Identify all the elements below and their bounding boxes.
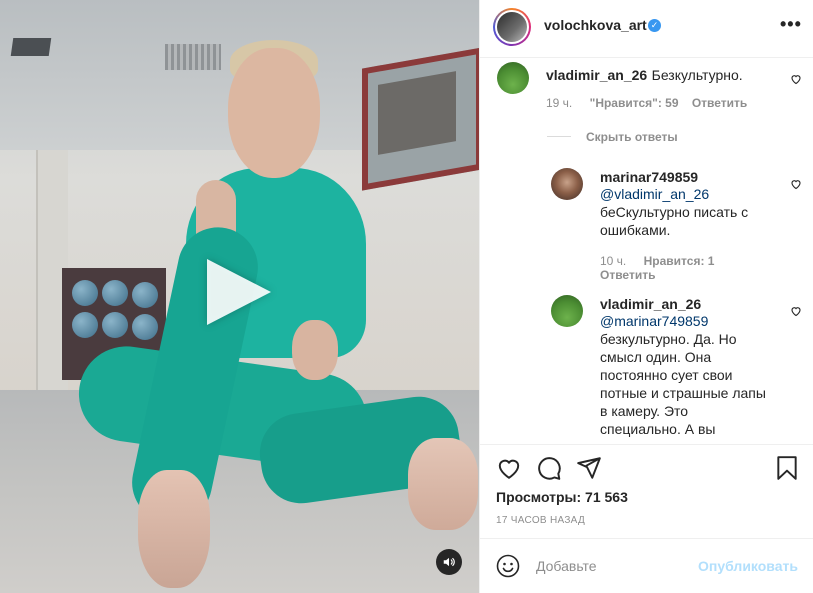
comment-text-line: в камеру. Это bbox=[600, 403, 689, 419]
heart-icon[interactable] bbox=[790, 178, 802, 190]
bookmark-icon[interactable] bbox=[774, 455, 800, 481]
share-icon[interactable] bbox=[576, 455, 602, 481]
comment-body: vladimir_an_26 Безкультурно. bbox=[546, 66, 776, 85]
comment-composer: Добавьте Опубликовать bbox=[480, 538, 813, 593]
more-icon[interactable]: ••• bbox=[780, 14, 802, 35]
comment-username[interactable]: vladimir_an_26 bbox=[600, 296, 785, 312]
commenter-avatar[interactable] bbox=[497, 62, 529, 94]
comment-username[interactable]: vladimir_an_26 bbox=[546, 67, 647, 83]
post-actions: Просмотры: 71 563 17 ЧАСОВ НАЗАД bbox=[480, 444, 813, 548]
post-comment-button[interactable]: Опубликовать bbox=[698, 558, 798, 574]
comment-username[interactable]: marinar749859 bbox=[600, 169, 785, 185]
comment-mention[interactable]: @vladimir_an_26 bbox=[600, 185, 785, 203]
post-header: volochkova_art ✓ ••• bbox=[480, 0, 813, 58]
comment-likes[interactable]: "Нравится": 59 bbox=[590, 96, 679, 110]
sound-icon[interactable] bbox=[436, 549, 462, 575]
comment-text-line: безкультурно. Да. Но bbox=[600, 331, 737, 347]
comment-mention[interactable]: @marinar749859 bbox=[600, 312, 785, 330]
views-count[interactable]: Просмотры: 71 563 bbox=[496, 489, 628, 505]
comment-text-line: беСкультурно писать с bbox=[600, 204, 749, 220]
heart-icon[interactable] bbox=[496, 455, 522, 481]
comment-time: 10 ч. bbox=[600, 254, 627, 268]
comment-text-line: потные и страшные лапы bbox=[600, 385, 766, 401]
post-timestamp[interactable]: 17 ЧАСОВ НАЗАД bbox=[496, 515, 585, 526]
comment-text-line: специально. А вы bbox=[600, 421, 716, 437]
reply-button[interactable]: Ответить bbox=[692, 96, 747, 110]
comment-time: 19 ч. bbox=[546, 96, 573, 110]
comment-text-line: ошибками. bbox=[600, 222, 671, 238]
comment-input[interactable]: Добавьте bbox=[536, 558, 597, 574]
heart-icon[interactable] bbox=[790, 73, 802, 85]
comment-text-line: смысл один. Она bbox=[600, 349, 712, 365]
reply-body: marinar749859 @vladimir_an_26 беСкультур… bbox=[600, 169, 785, 239]
reply-button[interactable]: Ответить bbox=[600, 268, 655, 282]
sound-icon-glyph bbox=[443, 557, 455, 567]
commenter-avatar[interactable] bbox=[551, 168, 583, 200]
comment-text-line: постоянно сует свои bbox=[600, 367, 733, 383]
reply-body: vladimir_an_26 @marinar749859 безкультур… bbox=[600, 296, 785, 438]
comment-icon[interactable] bbox=[536, 455, 562, 481]
author-username[interactable]: volochkova_art bbox=[544, 17, 647, 33]
verified-badge-icon: ✓ bbox=[648, 19, 661, 32]
post-video[interactable] bbox=[0, 0, 479, 593]
comment-text: Безкультурно. bbox=[651, 67, 743, 83]
comment-meta: 10 ч. Нравится: 1 Ответить bbox=[600, 254, 714, 282]
author-avatar[interactable] bbox=[493, 8, 531, 46]
emoji-icon[interactable] bbox=[496, 554, 520, 578]
play-icon[interactable] bbox=[207, 259, 271, 325]
post-sidebar: volochkova_art ✓ ••• vladimir_an_26 Безк… bbox=[479, 0, 813, 593]
hide-replies-button[interactable]: Скрыть ответы bbox=[586, 130, 678, 144]
comments-list[interactable]: vladimir_an_26 Безкультурно. 19 ч. "Нрав… bbox=[480, 58, 813, 444]
comment-meta: 19 ч. "Нравится": 59 Ответить bbox=[546, 96, 747, 110]
comment-likes[interactable]: Нравится: 1 bbox=[644, 254, 715, 268]
commenter-avatar[interactable] bbox=[551, 295, 583, 327]
heart-icon[interactable] bbox=[790, 305, 802, 317]
replies-divider bbox=[547, 136, 571, 137]
